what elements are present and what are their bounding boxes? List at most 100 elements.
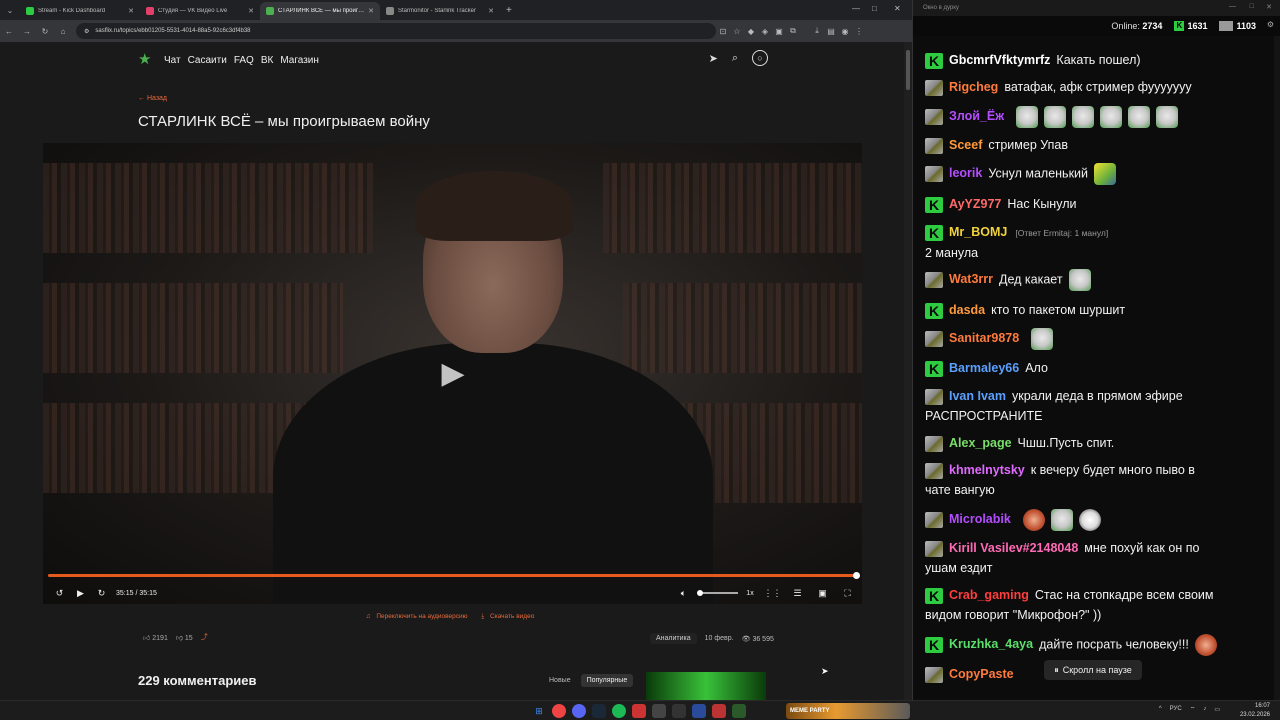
maximize-icon[interactable]: □ [872, 4, 877, 13]
tab-close-icon[interactable]: ✕ [488, 7, 494, 15]
network-icon[interactable]: ⌔ [1190, 705, 1196, 713]
tray-arrow-icon[interactable]: ^ [1159, 706, 1162, 712]
home-icon[interactable]: ⌂ [54, 27, 72, 36]
chat-username[interactable]: dasda [949, 303, 985, 317]
play-icon[interactable]: ▶ [70, 588, 91, 599]
chat-username[interactable]: CopyPaste [949, 667, 1014, 681]
sort-new-button[interactable]: Новые [543, 674, 577, 687]
play-overlay-icon[interactable]: ▶ [438, 355, 468, 391]
switch-audio-link[interactable]: ♫ Переключить на аудиоверсию [366, 613, 472, 620]
app-icon[interactable] [692, 704, 706, 718]
steam-icon[interactable] [592, 704, 606, 718]
tab-close-icon[interactable]: ✕ [368, 7, 374, 15]
fullscreen-icon[interactable]: ⛶ [837, 588, 858, 599]
dislike-button[interactable]: 👎︎ 15 [176, 633, 193, 642]
close-icon[interactable]: ✕ [1266, 3, 1272, 11]
scroll-thumb[interactable] [906, 50, 910, 90]
chat-username[interactable]: leorik [949, 166, 982, 180]
app-icon[interactable] [652, 704, 666, 718]
nav-shop[interactable]: Магазин [280, 55, 319, 66]
browser-tab[interactable]: Starmonitor - Starlink Tracker ✕ [380, 2, 500, 20]
analytics-button[interactable]: Аналитика [650, 633, 697, 644]
nav-vk[interactable]: ВК [261, 55, 274, 66]
extension-icon[interactable]: ◈ [758, 27, 772, 36]
bookmark-star-icon[interactable]: ☆ [730, 27, 744, 36]
start-icon[interactable]: ⊞ [532, 704, 546, 718]
settings-icon[interactable]: ⚙ [1267, 20, 1274, 29]
browser-tab[interactable]: Stream - Kick Dashboard ✕ [20, 2, 140, 20]
close-window-icon[interactable]: ✕ [894, 4, 901, 13]
chat-username[interactable]: Злой_Ёж [949, 109, 1004, 123]
spotify-icon[interactable] [612, 704, 626, 718]
forward-icon[interactable]: ↻ [91, 588, 112, 599]
profile-icon[interactable]: ◉ [838, 27, 852, 36]
discord-icon[interactable] [572, 704, 586, 718]
chrome-icon[interactable] [552, 704, 566, 718]
nav-chat[interactable]: Чат [164, 55, 181, 66]
menu-icon[interactable]: ⋮ [852, 27, 866, 36]
minimize-icon[interactable]: — [852, 4, 860, 13]
tab-search-icon[interactable]: ⌄ [0, 0, 20, 20]
forward-arrow-icon[interactable]: → [18, 27, 36, 36]
speed-button[interactable]: 1x [742, 590, 758, 597]
minimize-icon[interactable]: — [1229, 3, 1236, 10]
chat-username[interactable]: Rigcheg [949, 80, 998, 94]
new-tab-button[interactable]: + [506, 5, 512, 16]
chat-username[interactable]: Barmaley66 [949, 361, 1019, 375]
extensions-puzzle-icon[interactable]: ⧉ [786, 26, 800, 36]
chat-username[interactable]: Kruzhka_4aya [949, 637, 1033, 651]
pip-icon[interactable]: ▣ [812, 588, 833, 599]
scroll-paused-button[interactable]: ⏸ Скролл на паузе [1044, 660, 1142, 680]
settings-icon[interactable]: ☰ [787, 588, 808, 599]
screenshot-icon[interactable]: ▣ [772, 27, 786, 36]
chat-username[interactable]: AyYZ977 [949, 197, 1001, 211]
volume-slider[interactable] [697, 590, 738, 596]
nav-sasaiti[interactable]: Сасаити [188, 55, 227, 66]
language-indicator[interactable]: РУС [1170, 706, 1182, 712]
promo-thumbnail[interactable] [646, 672, 766, 700]
app-icon[interactable] [712, 704, 726, 718]
chat-username[interactable]: Microlabik [949, 512, 1011, 526]
nav-faq[interactable]: FAQ [234, 55, 254, 66]
search-icon[interactable]: ⌕ [732, 52, 738, 65]
chat-username[interactable]: Crab_gaming [949, 588, 1029, 602]
app-icon[interactable] [632, 704, 646, 718]
back-arrow-icon[interactable]: ← [0, 27, 18, 36]
chat-username[interactable]: Kirill Vasilev#2148048 [949, 541, 1078, 555]
chat-username[interactable]: Sanitar9878 [949, 331, 1019, 345]
clock[interactable]: 16:07 23.02.2026 [1240, 702, 1270, 720]
sidebar-icon[interactable]: ▤ [824, 27, 838, 36]
extension-icon[interactable]: ◆ [744, 27, 758, 36]
volume-icon[interactable]: ♪ [1203, 706, 1206, 712]
tab-close-icon[interactable]: ✕ [128, 7, 134, 15]
progress-knob[interactable] [853, 572, 860, 579]
site-info-icon[interactable]: ⚙ [84, 28, 89, 35]
meme-party-widget[interactable]: MEME PARTY [786, 703, 910, 719]
obs-icon[interactable] [672, 704, 686, 718]
chat-username[interactable]: GbcmrfVfktymrfz [949, 53, 1050, 67]
chat-username[interactable]: Wat3rrr [949, 272, 993, 286]
tab-close-icon[interactable]: ✕ [248, 7, 254, 15]
chat-scrollbar[interactable] [1274, 36, 1280, 700]
chat-username[interactable]: Alex_page [949, 436, 1012, 450]
share-icon[interactable]: ⤴ [201, 632, 208, 642]
chat-username[interactable]: Sceef [949, 138, 982, 152]
volume-icon[interactable]: 🔈︎ [673, 588, 694, 599]
maximize-icon[interactable]: □ [1250, 3, 1254, 10]
logo-star-icon[interactable]: ★ [138, 52, 154, 68]
url-input[interactable]: ⚙ sasflix.ru/topics/ebb01205-5531-4014-8… [76, 23, 716, 39]
browser-tab[interactable]: Студия — VK Видео Live ✕ [140, 2, 260, 20]
back-link[interactable]: ← Назад [138, 95, 167, 102]
chat-username[interactable]: Mr_BOMJ [949, 225, 1007, 239]
battery-icon[interactable]: ▭ [1214, 706, 1220, 713]
app-icon[interactable] [732, 704, 746, 718]
progress-bar[interactable] [48, 572, 860, 579]
download-video-link[interactable]: ⤓ Скачать видео [481, 613, 538, 620]
install-icon[interactable]: ⊡ [716, 27, 730, 36]
rewind-icon[interactable]: ↺ [49, 588, 70, 599]
browser-tab[interactable]: СТАРЛИНК ВСЁ — мы проигр… ✕ [260, 2, 380, 20]
page-scrollbar[interactable] [904, 42, 912, 700]
video-player[interactable]: ▶ ↺ ▶ ↻ 35:15 / 35:15 🔈︎ 1x ⋮⋮ ☰ ▣ ⛶ [43, 143, 862, 604]
user-avatar-icon[interactable]: ○ [752, 50, 768, 66]
chat-username[interactable]: Ivan Ivam [949, 389, 1006, 403]
